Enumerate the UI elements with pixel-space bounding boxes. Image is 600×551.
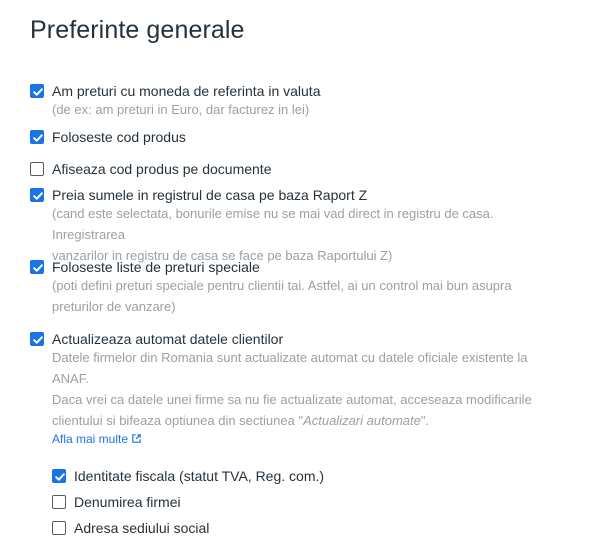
page-title: Preferinte generale	[30, 16, 245, 44]
option-label: Foloseste cod produs	[52, 129, 186, 145]
preferences-panel: Preferinte generale Am preturi cu moneda…	[0, 0, 600, 551]
hint-line: Datele firmelor din Romania sunt actuali…	[52, 350, 528, 365]
checkbox-checked[interactable]	[30, 188, 44, 202]
hint-line: (poti defini preturi speciale pentru cli…	[52, 278, 512, 293]
hint-line: (cand este selectata, bonurile emise nu …	[52, 206, 494, 242]
option-label: Actualizeaza automat datele clientilor	[52, 331, 284, 347]
hint-line: clientului si bifeaza optiunea din secti…	[52, 410, 562, 431]
option-label: Preia sumele in registrul de casa pe baz…	[52, 187, 368, 203]
checkbox-unchecked[interactable]	[30, 162, 44, 176]
option-label: Adresa sediului social	[74, 520, 210, 536]
option-label: Denumirea firmei	[74, 494, 181, 510]
learn-more-link[interactable]: Afla mai multe	[52, 432, 142, 446]
option-hint: (cand este selectata, bonurile emise nu …	[52, 203, 562, 266]
hint-text: ".	[420, 413, 430, 428]
option-label: Am preturi cu moneda de referinta in val…	[52, 83, 321, 99]
checkbox-unchecked[interactable]	[52, 521, 66, 535]
hint-line: ANAF.	[52, 371, 89, 386]
option-hint: (poti defini preturi speciale pentru cli…	[52, 275, 562, 317]
checkbox-checked[interactable]	[30, 130, 44, 144]
learn-more-label: Afla mai multe	[52, 432, 129, 446]
checkbox-unchecked[interactable]	[52, 495, 66, 509]
hint-line: preturilor de vanzare)	[52, 299, 176, 314]
hint-line: Daca vrei ca datele unei firme sa nu fie…	[52, 392, 532, 407]
hint-text: clientului si bifeaza optiunea din secti…	[52, 413, 304, 428]
checkbox-checked[interactable]	[30, 84, 44, 98]
checkbox-checked[interactable]	[30, 332, 44, 346]
option-label: Foloseste liste de preturi speciale	[52, 259, 260, 275]
checkbox-checked[interactable]	[30, 260, 44, 274]
checkbox-checked[interactable]	[52, 469, 66, 483]
option-label: Afiseaza cod produs pe documente	[52, 161, 272, 177]
hint-emphasis: Actualizari automate	[303, 413, 421, 428]
option-hint: Datele firmelor din Romania sunt actuali…	[52, 347, 562, 431]
external-link-icon	[132, 434, 141, 443]
option-hint: (de ex: am preturi in Euro, dar facturez…	[52, 102, 310, 117]
option-label: Identitate fiscala (statut TVA, Reg. com…	[74, 468, 325, 484]
